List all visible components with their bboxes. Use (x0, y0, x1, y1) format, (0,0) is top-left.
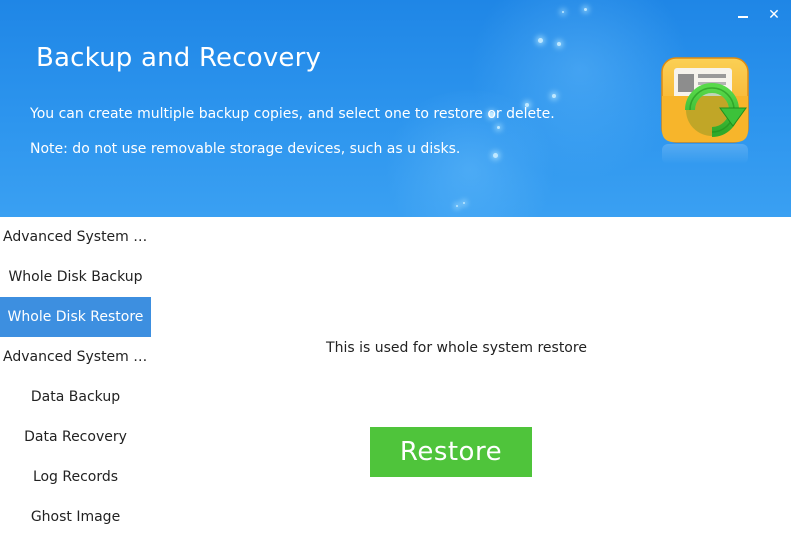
sparkle-icon (557, 42, 561, 46)
sidebar-section-advanced-system-restore[interactable]: Advanced System R… (0, 337, 151, 377)
note-text: Note: do not use removable storage devic… (30, 141, 461, 157)
backup-restore-folder-icon (661, 57, 749, 164)
minimize-icon (738, 16, 748, 18)
close-icon: ✕ (768, 7, 780, 23)
sparkle-icon (584, 8, 587, 11)
sidebar-item-whole-disk-restore[interactable]: Whole Disk Restore (0, 297, 151, 337)
description-text: You can create multiple backup copies, a… (30, 106, 555, 122)
sidebar-nav: Advanced System Ba… Whole Disk Backup Wh… (0, 217, 151, 556)
sidebar-item-ghost-image[interactable]: Ghost Image (0, 497, 151, 537)
minimize-button[interactable] (734, 6, 752, 24)
sparkle-icon (497, 126, 500, 129)
page-title: Backup and Recovery (36, 43, 322, 73)
sparkle-icon (538, 38, 543, 43)
sidebar-section-advanced-system-backup[interactable]: Advanced System Ba… (0, 217, 151, 257)
sidebar-item-log-records[interactable]: Log Records (0, 457, 151, 497)
sparkle-icon (552, 94, 556, 98)
sparkle-icon (456, 205, 458, 207)
sidebar-item-data-recovery[interactable]: Data Recovery (0, 417, 151, 457)
header-banner: Backup and Recovery You can create multi… (0, 0, 791, 217)
close-button[interactable]: ✕ (765, 6, 783, 24)
sidebar-item-data-backup[interactable]: Data Backup (0, 377, 151, 417)
sparkle-icon (463, 202, 465, 204)
sparkle-icon (493, 153, 498, 158)
sidebar-item-whole-disk-backup[interactable]: Whole Disk Backup (0, 257, 151, 297)
sparkle-icon (562, 11, 564, 13)
restore-button[interactable]: Restore (370, 427, 532, 477)
backup-recovery-window: Backup and Recovery You can create multi… (0, 0, 791, 556)
restore-info-text: This is used for whole system restore (326, 340, 587, 356)
